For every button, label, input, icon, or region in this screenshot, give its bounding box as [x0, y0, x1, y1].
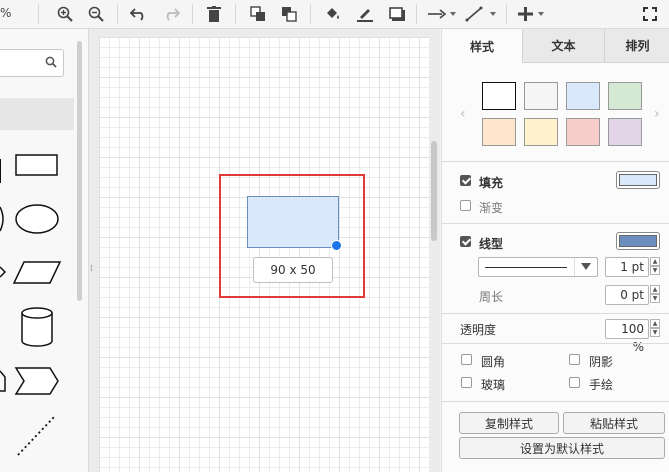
fill-checkbox[interactable]	[460, 175, 471, 186]
shadow-label: 阴影	[589, 355, 614, 369]
toolbar-separator	[38, 4, 39, 24]
perimeter-label: 周长	[479, 290, 504, 304]
canvas-scrollbar[interactable]	[431, 141, 437, 241]
line-checkbox[interactable]	[460, 236, 471, 247]
sketch-label: 手绘	[589, 378, 614, 392]
style-swatch[interactable]	[566, 118, 600, 146]
line-pattern-preview	[485, 267, 567, 268]
style-swatch[interactable]	[608, 82, 642, 110]
zoom-in-icon[interactable]	[55, 3, 75, 25]
divider	[442, 161, 669, 162]
resize-handle[interactable]	[331, 240, 342, 251]
toolbar-separator	[117, 4, 118, 24]
chevron-left-icon[interactable]: ‹	[460, 106, 466, 122]
tab-arrange[interactable]: 排列	[604, 29, 669, 63]
opacity-input[interactable]: 100 %	[605, 319, 649, 354]
library-section-header[interactable]	[0, 98, 74, 130]
redo-icon[interactable]	[160, 3, 182, 25]
toolbar-separator	[416, 4, 417, 24]
opacity-label: 透明度	[460, 323, 497, 337]
divider	[442, 313, 669, 314]
glass-checkbox[interactable]	[461, 377, 472, 388]
dotted-line-shape[interactable]	[0, 413, 70, 459]
shadow-icon[interactable]	[386, 3, 408, 25]
style-swatch[interactable]	[566, 82, 600, 110]
zoom-out-icon[interactable]	[86, 3, 106, 25]
toolbar-separator	[235, 4, 236, 24]
shape-search-input[interactable]	[0, 49, 64, 77]
toolbar-separator	[506, 4, 507, 24]
tab-style[interactable]: 样式	[442, 29, 522, 63]
gradient-checkbox[interactable]	[460, 200, 471, 211]
zoom-level[interactable]: %	[0, 6, 11, 20]
waypoints-icon[interactable]	[464, 3, 500, 25]
divider	[442, 223, 669, 224]
toolbar-separator	[310, 4, 311, 24]
line-color-preview	[619, 235, 657, 247]
style-swatch[interactable]	[524, 118, 558, 146]
rounded-checkbox[interactable]	[461, 354, 472, 365]
line-width-input[interactable]: 1 pt	[605, 257, 649, 277]
fill-color-preview	[619, 174, 657, 186]
ellipse-shape[interactable]	[0, 201, 70, 237]
perimeter-input[interactable]: 0 pt	[605, 285, 649, 305]
toolbar-separator	[192, 4, 193, 24]
line-pattern-select[interactable]	[478, 257, 598, 277]
style-swatch[interactable]	[482, 82, 516, 110]
connection-icon[interactable]	[426, 3, 458, 25]
sketch-checkbox[interactable]	[569, 377, 580, 388]
to-back-icon[interactable]	[279, 3, 299, 25]
fill-label: 填充	[479, 176, 504, 190]
glass-label: 玻璃	[481, 378, 506, 392]
divider	[442, 401, 669, 402]
diagram-page[interactable]: 90 x 50	[99, 37, 430, 472]
rectangle-shape[interactable]	[0, 153, 70, 187]
line-label: 线型	[479, 237, 504, 251]
fill-color-icon[interactable]	[322, 3, 344, 25]
set-default-style-button[interactable]: 设置为默认样式	[459, 437, 665, 459]
divider	[442, 343, 669, 344]
style-swatch[interactable]	[482, 118, 516, 146]
line-color-icon[interactable]	[354, 3, 376, 25]
format-tabs: 样式 文本 排列	[442, 29, 669, 63]
search-icon	[45, 56, 57, 71]
line-color-button[interactable]	[616, 232, 660, 250]
paste-style-button[interactable]: 粘贴样式	[563, 412, 665, 434]
shape-library-sidebar	[0, 29, 89, 472]
fullscreen-icon[interactable]	[639, 3, 661, 25]
delete-icon[interactable]	[204, 3, 224, 25]
gradient-label: 渐变	[479, 201, 504, 215]
insert-icon[interactable]	[516, 3, 548, 25]
sidebar-scrollbar[interactable]	[77, 41, 82, 301]
style-swatch[interactable]	[524, 82, 558, 110]
size-tooltip: 90 x 50	[253, 257, 333, 283]
opacity-stepper[interactable]: ▲ ▼	[650, 319, 660, 339]
rounded-label: 圆角	[481, 355, 506, 369]
shadow-checkbox[interactable]	[569, 354, 580, 365]
panel-splitter[interactable]: ⁞	[90, 264, 93, 274]
perimeter-stepper[interactable]: ▲ ▼	[650, 285, 660, 305]
chevron-down-icon	[574, 258, 597, 276]
format-panel: 样式 文本 排列 ‹ › 填充 渐变 线型 1 pt ▲ ▼ 周长 0 pt ▲ ▼…	[441, 29, 669, 472]
toolbar: %	[0, 0, 669, 29]
tab-text[interactable]: 文本	[522, 29, 604, 63]
undo-icon[interactable]	[128, 3, 150, 25]
selected-rectangle[interactable]	[247, 196, 339, 248]
cylinder-shape[interactable]	[0, 305, 70, 349]
copy-style-button[interactable]: 复制样式	[459, 412, 559, 434]
line-width-stepper[interactable]: ▲ ▼	[650, 257, 660, 277]
fill-color-button[interactable]	[616, 171, 660, 189]
step-shape[interactable]	[0, 365, 70, 397]
style-swatch[interactable]	[608, 118, 642, 146]
parallelogram-shape[interactable]	[0, 259, 70, 287]
to-front-icon[interactable]	[248, 3, 268, 25]
diagram-canvas[interactable]: 90 x 50	[89, 29, 440, 472]
chevron-right-icon[interactable]: ›	[654, 106, 660, 122]
